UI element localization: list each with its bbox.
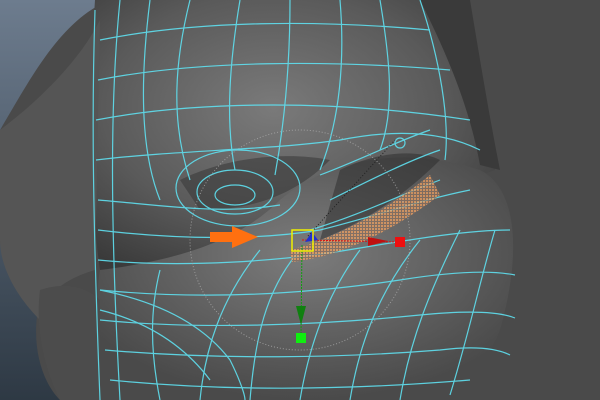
3d-viewport[interactable] — [0, 0, 600, 400]
x-axis-handle[interactable] — [395, 237, 405, 247]
y-axis-handle[interactable] — [296, 333, 306, 343]
